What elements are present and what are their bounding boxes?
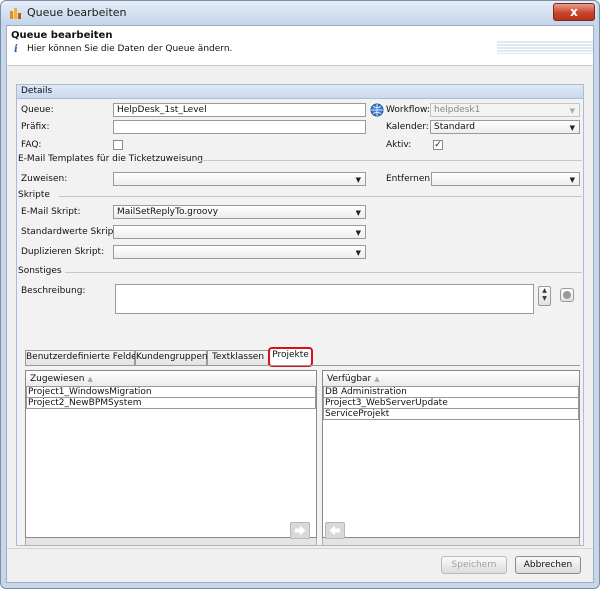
list-item[interactable]: ServiceProjekt	[323, 408, 579, 420]
dialog-client-area: Queue bearbeiten i Hier können Sie die D…	[6, 25, 594, 583]
entfernen-dropdown[interactable]: ▼	[431, 172, 580, 186]
tab-content-border	[25, 365, 580, 366]
email-skript-label: E-Mail Skript:	[21, 207, 81, 217]
beschreibung-label: Beschreibung:	[21, 286, 86, 296]
faq-checkbox[interactable]	[113, 140, 123, 150]
assigned-button-bar	[25, 538, 317, 546]
header-title: Queue bearbeiten	[11, 30, 113, 41]
move-left-button[interactable]	[325, 522, 345, 539]
header-decoration	[497, 40, 593, 54]
available-button-bar	[322, 538, 580, 546]
assigned-list[interactable]: Zugewiesen ▲ Project1_WindowsMigration Pr…	[25, 370, 317, 538]
section-divider	[65, 272, 582, 273]
chevron-down-icon: ▼	[355, 209, 361, 217]
beschreibung-textarea[interactable]	[115, 284, 534, 314]
kalender-dropdown[interactable]: Standard ▼	[430, 120, 580, 134]
cancel-button[interactable]: Abbrechen	[515, 556, 581, 574]
duplizieren-skript-label: Duplizieren Skript:	[21, 247, 105, 257]
tab-textklassen[interactable]: Textklassen	[207, 350, 269, 365]
chevron-down-icon: ▼	[355, 249, 361, 257]
workflow-value: helpdesk1	[434, 105, 481, 115]
available-column-header[interactable]: Verfügbar ▲	[323, 371, 579, 387]
aktiv-label: Aktiv:	[386, 140, 412, 150]
spinner-up-icon[interactable]: ▲	[539, 287, 550, 295]
assigned-column-header[interactable]: Zugewiesen ▲	[26, 371, 316, 387]
details-title: Details	[21, 86, 53, 96]
list-item[interactable]: Project2_NewBPMSystem	[26, 397, 316, 409]
email-skript-dropdown[interactable]: MailSetReplyTo.groovy ▼	[113, 205, 366, 219]
aktiv-checkbox[interactable]: ✓	[433, 140, 443, 150]
praefix-label: Präfix:	[21, 122, 50, 132]
details-panel: Details Queue: HelpDesk_1st_Level Workfl…	[16, 84, 584, 546]
queue-input[interactable]: HelpDesk_1st_Level	[113, 103, 366, 117]
details-panel-header: Details	[17, 85, 583, 99]
standardwerte-skript-label: Standardwerte Skript:	[21, 227, 120, 237]
available-header-label: Verfügbar	[327, 374, 372, 384]
move-right-button[interactable]	[290, 522, 310, 539]
arrow-right-icon	[295, 525, 306, 536]
beschreibung-spinner[interactable]: ▲ ▼	[538, 286, 551, 306]
dialog-header: Queue bearbeiten i Hier können Sie die D…	[7, 26, 593, 66]
section-divider	[194, 160, 582, 161]
chevron-down-icon: ▼	[355, 229, 361, 237]
chevron-down-icon: ▼	[569, 107, 575, 115]
standardwerte-skript-dropdown[interactable]: ▼	[113, 225, 366, 239]
close-button[interactable]: x	[553, 3, 595, 21]
zuweisen-dropdown[interactable]: ▼	[113, 172, 366, 186]
zuweisen-label: Zuweisen:	[21, 174, 68, 184]
available-list[interactable]: Verfügbar ▲ DB Administration Project3_We…	[322, 370, 580, 538]
footer-divider	[7, 548, 593, 549]
sonstiges-section-title: Sonstiges	[18, 266, 62, 276]
workflow-label: Workflow:	[386, 105, 430, 115]
skripte-section-title: Skripte	[18, 190, 50, 200]
tab-kundengruppen[interactable]: Kundengruppen	[135, 350, 208, 365]
save-button[interactable]: Speichern	[441, 556, 507, 574]
title-bar: Queue bearbeiten x	[1, 1, 597, 25]
kalender-label: Kalender:	[386, 122, 429, 132]
email-templates-section-title: E-Mail Templates für die Ticketzuweisung	[18, 154, 204, 164]
translate-icon[interactable]	[370, 103, 384, 117]
chevron-down-icon: ▼	[569, 124, 575, 132]
arrow-left-icon	[329, 525, 340, 536]
sort-ascending-icon: ▲	[87, 375, 93, 383]
tab-highlight-frame	[268, 347, 313, 367]
email-skript-value: MailSetReplyTo.groovy	[117, 207, 219, 217]
queue-label: Queue:	[21, 105, 54, 115]
tab-benutzerdefinierte-felder[interactable]: Benutzerdefinierte Felder	[25, 350, 140, 365]
info-icon: i	[14, 44, 18, 55]
kalender-value: Standard	[434, 122, 475, 132]
sort-ascending-icon: ▲	[374, 375, 380, 383]
header-description: Hier können Sie die Daten der Queue ände…	[27, 44, 233, 54]
app-icon	[9, 6, 23, 20]
workflow-dropdown: helpdesk1 ▼	[430, 103, 580, 117]
spinner-down-icon[interactable]: ▼	[539, 295, 550, 303]
record-button[interactable]	[560, 288, 574, 302]
entfernen-label: Entfernen:	[386, 174, 434, 184]
circle-icon	[563, 291, 571, 299]
section-divider	[59, 196, 582, 197]
duplizieren-skript-dropdown[interactable]: ▼	[113, 245, 366, 259]
chevron-down-icon: ▼	[355, 176, 361, 184]
assigned-header-label: Zugewiesen	[30, 374, 85, 384]
praefix-input[interactable]	[113, 120, 366, 134]
faq-label: FAQ:	[21, 140, 42, 150]
chevron-down-icon: ▼	[569, 176, 575, 184]
window-title: Queue bearbeiten	[27, 6, 127, 19]
